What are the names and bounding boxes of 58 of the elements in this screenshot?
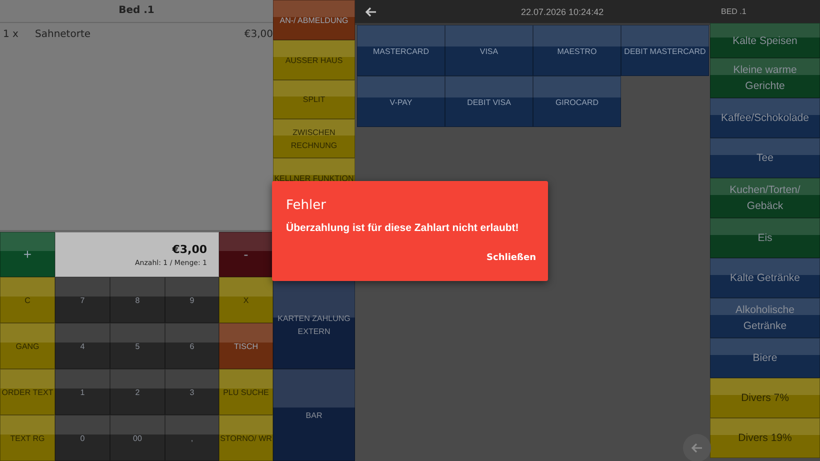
keypad-key[interactable]: C <box>0 277 55 323</box>
keypad-key[interactable]: 00 <box>110 415 165 461</box>
payment-button[interactable]: GIROCARD <box>533 76 621 127</box>
payment-button[interactable]: DEBIT VISA <box>445 76 533 127</box>
function-button[interactable]: ZWISCHEN RECHNUNG <box>273 119 355 158</box>
keypad-key[interactable]: , <box>165 415 219 461</box>
category-button[interactable]: Tee <box>710 138 820 178</box>
back-button[interactable] <box>683 434 711 461</box>
plus-button[interactable]: + <box>0 232 55 277</box>
table-label: BED .1 <box>721 7 746 16</box>
category-button[interactable]: Kalte Getränke <box>710 258 820 298</box>
keypad-key[interactable]: GANG <box>0 323 55 369</box>
category-button[interactable]: Biere <box>710 338 820 378</box>
back-arrow-icon <box>691 443 703 453</box>
close-button[interactable]: Schließen <box>486 253 536 263</box>
category-button[interactable]: Kalte Speisen <box>710 23 820 58</box>
payment-button[interactable]: MASTERCARD <box>357 25 445 76</box>
keypad-key[interactable]: TEXT RG <box>0 415 55 461</box>
dialog-title: Fehler <box>286 198 327 213</box>
payment-button[interactable]: V-PAY <box>357 76 445 127</box>
function-button[interactable]: BAR <box>273 369 355 461</box>
function-button[interactable]: AUSSER HAUS <box>273 40 355 80</box>
keypad-key[interactable]: 9 <box>165 277 219 323</box>
category-button[interactable]: Alkoholische Getränke <box>710 298 820 338</box>
keypad-key[interactable]: 2 <box>110 369 165 415</box>
category-button[interactable]: Kuchen/Torten/ Gebäck <box>710 178 820 218</box>
date-time: 22.07.2026 10:24:42 <box>521 6 604 16</box>
dialog-message: Überzahlung ist für diese Zahlart nicht erlaubt! <box>286 221 519 235</box>
keypad-key[interactable]: X <box>219 277 273 323</box>
function-button[interactable]: KARTEN ZAHLUNG EXTERN <box>273 280 355 369</box>
keypad-key[interactable]: ORDER TEXT <box>0 369 55 415</box>
category-button[interactable]: Kleine warme Gerichte <box>710 58 820 98</box>
category-button[interactable]: Divers 7% <box>710 378 820 418</box>
function-button[interactable]: AN-/ ABMELDUNG <box>273 0 355 40</box>
function-button[interactable]: SPLIT <box>273 80 355 119</box>
keypad-key[interactable]: 0 <box>55 415 110 461</box>
payment-button[interactable]: MAESTRO <box>533 25 621 76</box>
item-price: €3,00 <box>244 29 273 40</box>
payment-button[interactable]: VISA <box>445 25 533 76</box>
category-button[interactable]: Divers 19% <box>710 418 820 458</box>
keypad-key[interactable]: PLU SUCHE <box>219 369 273 415</box>
keypad-key[interactable]: STORNO/ WR <box>219 415 273 461</box>
item-quantity: 1 x <box>3 29 20 40</box>
category-button[interactable]: Kaffee/Schokolade <box>710 98 820 138</box>
keypad-key[interactable]: TISCH <box>219 323 273 369</box>
minus-button[interactable]: - <box>219 232 273 277</box>
keypad-key[interactable]: 6 <box>165 323 219 369</box>
keypad-key[interactable]: 7 <box>55 277 110 323</box>
keypad-key[interactable]: 1 <box>55 369 110 415</box>
item-name[interactable]: Sahnetorte <box>35 29 244 40</box>
keypad-key[interactable]: 3 <box>165 369 219 415</box>
category-button[interactable]: Eis <box>710 218 820 258</box>
keypad-key[interactable]: 4 <box>55 323 110 369</box>
total-amount: €3,00 <box>172 242 207 256</box>
back-arrow-icon[interactable] <box>365 6 377 16</box>
keypad-key[interactable]: 5 <box>110 323 165 369</box>
keypad-key[interactable]: 8 <box>110 277 165 323</box>
payment-button[interactable]: DEBIT MASTERCARD <box>621 25 709 76</box>
